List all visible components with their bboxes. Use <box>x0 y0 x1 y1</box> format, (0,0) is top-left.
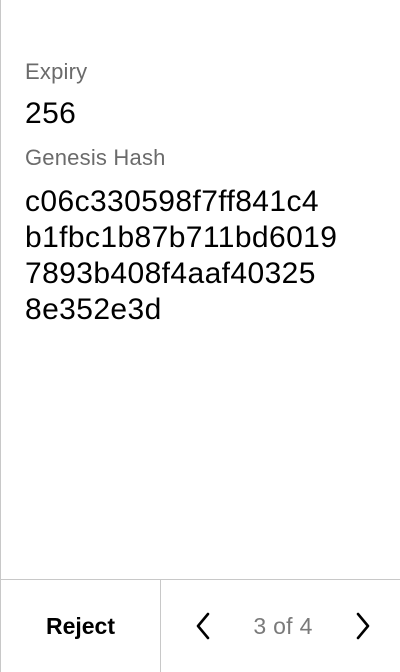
transaction-review-screen: Expiry 256 Genesis Hash c06c330598f7ff84… <box>0 0 400 672</box>
reject-button[interactable]: Reject <box>1 580 161 672</box>
genesis-hash-line: c06c330598f7ff841c4 <box>25 185 319 218</box>
transaction-details: Expiry 256 Genesis Hash c06c330598f7ff84… <box>25 58 385 328</box>
pager: 3 of 4 <box>161 580 400 672</box>
genesis-hash-line: b1fbc1b87b711bd6019 <box>25 221 338 254</box>
genesis-hash-line: 7893b408f4aaf40325 <box>25 257 316 290</box>
expiry-label: Expiry <box>25 59 88 84</box>
footer-bar: Reject 3 of 4 <box>1 579 400 672</box>
chevron-left-icon[interactable] <box>191 610 215 642</box>
genesis-hash-value: c06c330598f7ff841c4 b1fbc1b87b711bd6019 … <box>25 184 385 328</box>
chevron-right-icon[interactable] <box>351 610 375 642</box>
genesis-hash-line: 8e352e3d <box>25 293 162 326</box>
genesis-hash-label: Genesis Hash <box>25 145 166 170</box>
page-indicator: 3 of 4 <box>253 612 313 639</box>
expiry-value: 256 <box>25 97 77 130</box>
